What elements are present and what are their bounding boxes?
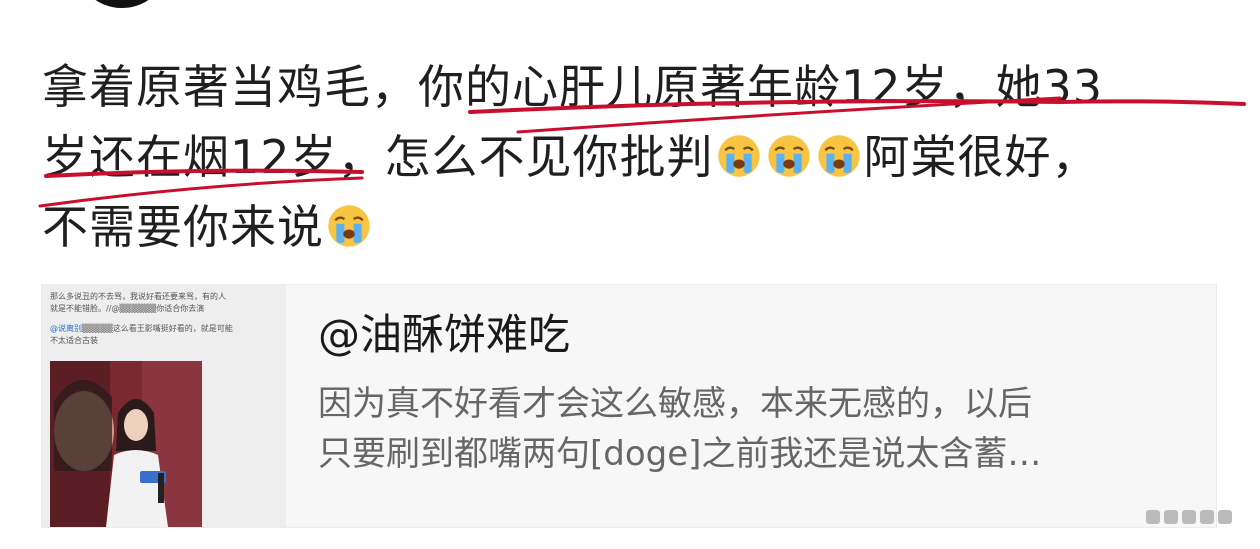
post-line-3-text: 不需要你来说 [42, 200, 324, 254]
thumbnail-line-1: 那么多说丑的不去骂，我说好看还要来骂，有的人 [50, 292, 226, 301]
thumbnail-line-2-tail: 你适合你去演 [156, 304, 205, 313]
card-description: 因为真不好看才会这么敏感，本来无感的，以后 只要刷到都嘴两句[doge]之前我还… [318, 379, 1208, 479]
thumbnail-line-2: 就是不能错脸。//@▒▒▒▒▒▒你适合你去演 [50, 304, 205, 313]
loudly-crying-face-icon [817, 135, 860, 177]
thumbnail-line-3: @说离别▒▒▒▒▒这么看王影嘴挺好看的，就是可能 [50, 324, 233, 333]
post-line-2-text: 岁还在烟12岁，怎么不见你批判 [42, 130, 714, 184]
watermark-logo [1146, 510, 1232, 524]
thumbnail-text: 那么多说丑的不去骂，我说好看还要来骂，有的人 就是不能错脸。//@▒▒▒▒▒▒你… [50, 291, 282, 347]
thumbnail-mention: @说离别 [50, 324, 82, 333]
loudly-crying-face-icon [717, 135, 760, 177]
card-description-line-2: 只要刷到都嘴两句[doge]之前我还是说太含蓄… [318, 434, 1042, 474]
post-line-2-tail: 阿棠很好， [863, 130, 1099, 184]
loudly-crying-face-icon [767, 135, 810, 177]
post-body: 拿着原著当鸡毛，你的心肝儿原著年龄12岁，她33 岁还在烟12岁，怎么不见你批判… [42, 52, 1242, 262]
avatar[interactable] [74, 0, 170, 8]
repost-card[interactable]: 那么多说丑的不去骂，我说好看还要来骂，有的人 就是不能错脸。//@▒▒▒▒▒▒你… [41, 284, 1217, 528]
thumbnail-line-3-tail: 这么看王影嘴挺好看的，就是可能 [112, 324, 233, 333]
card-title[interactable]: @油酥饼难吃 [318, 307, 1208, 363]
thumbnail-line-4: 不太适合古装 [50, 336, 98, 345]
thumbnail-line-2-text: 就是不能错脸。//@ [50, 304, 120, 313]
card-thumbnail[interactable]: 那么多说丑的不去骂，我说好看还要来骂，有的人 就是不能错脸。//@▒▒▒▒▒▒你… [42, 285, 286, 527]
weibo-post-screenshot: 拿着原著当鸡毛，你的心肝儿原著年龄12岁，她33 岁还在烟12岁，怎么不见你批判… [0, 0, 1260, 549]
card-body: @油酥饼难吃 因为真不好看才会这么敏感，本来无感的，以后 只要刷到都嘴两句[do… [318, 307, 1208, 479]
post-line-3: 不需要你来说 [42, 192, 1242, 262]
post-line-2: 岁还在烟12岁，怎么不见你批判 阿棠很好， [42, 122, 1242, 192]
loudly-crying-face-icon [328, 205, 370, 247]
post-line-1: 拿着原著当鸡毛，你的心肝儿原著年龄12岁，她33 [42, 60, 1104, 114]
thumbnail-photo [50, 361, 202, 527]
card-description-line-1: 因为真不好看才会这么敏感，本来无感的，以后 [318, 384, 1032, 424]
